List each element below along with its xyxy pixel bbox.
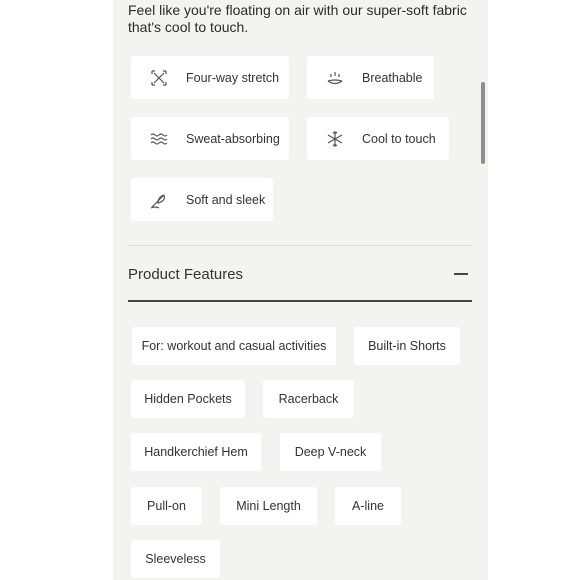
feature-label: Cool to touch [362,131,436,146]
feature-tag: Built-in Shorts [354,327,460,365]
section-header-underline [128,300,472,302]
feature-chip-breathable: Breathable [307,56,434,99]
feature-label: Breathable [362,70,423,85]
feature-label: Four-way stretch [186,70,280,85]
tag-label: Pull-on [147,499,186,513]
feature-chip-four-way-stretch: Four-way stretch [131,56,289,99]
feature-chip-soft-and-sleek: Soft and sleek [131,178,273,221]
tag-label: Racerback [278,392,339,406]
product-features-title[interactable]: Product Features [128,266,243,283]
feature-chip-cool-to-touch: Cool to touch [307,117,449,160]
snowflake-icon [324,128,346,150]
feather-icon [148,189,170,211]
feature-tag: A-line [335,487,401,525]
sweat-absorbing-icon [148,128,170,150]
feature-tag: Handkerchief Hem [131,433,261,471]
feature-tag: Mini Length [220,487,317,525]
tag-label: Sleeveless [145,552,206,566]
feature-label: Soft and sleek [186,192,266,207]
feature-tag: For: workout and casual activities [132,327,336,365]
feature-tag: Deep V-neck [280,433,381,471]
feature-tag: Pull-on [131,487,202,525]
tag-label: Deep V-neck [294,445,367,459]
feature-tag: Racerback [263,380,354,418]
tag-label: Handkerchief Hem [144,445,248,459]
tag-label: Mini Length [236,499,301,513]
tag-label: Built-in Shorts [368,339,446,353]
feature-chip-sweat-absorbing: Sweat-absorbing [131,117,289,160]
tag-label: Hidden Pockets [144,392,232,406]
tag-label: For: workout and casual activities [141,339,327,353]
feature-tag: Hidden Pockets [131,380,245,418]
stretch-icon [148,67,170,89]
scrollbar-thumb[interactable] [481,82,485,164]
feature-tag: Sleeveless [131,540,220,578]
fabric-description: Feel like you're floating on air with ou… [128,2,467,35]
tag-label: A-line [352,499,384,513]
breathable-icon [324,67,346,89]
collapse-minus-icon[interactable] [454,273,468,275]
feature-label: Sweat-absorbing [186,131,280,146]
section-divider [128,245,472,246]
